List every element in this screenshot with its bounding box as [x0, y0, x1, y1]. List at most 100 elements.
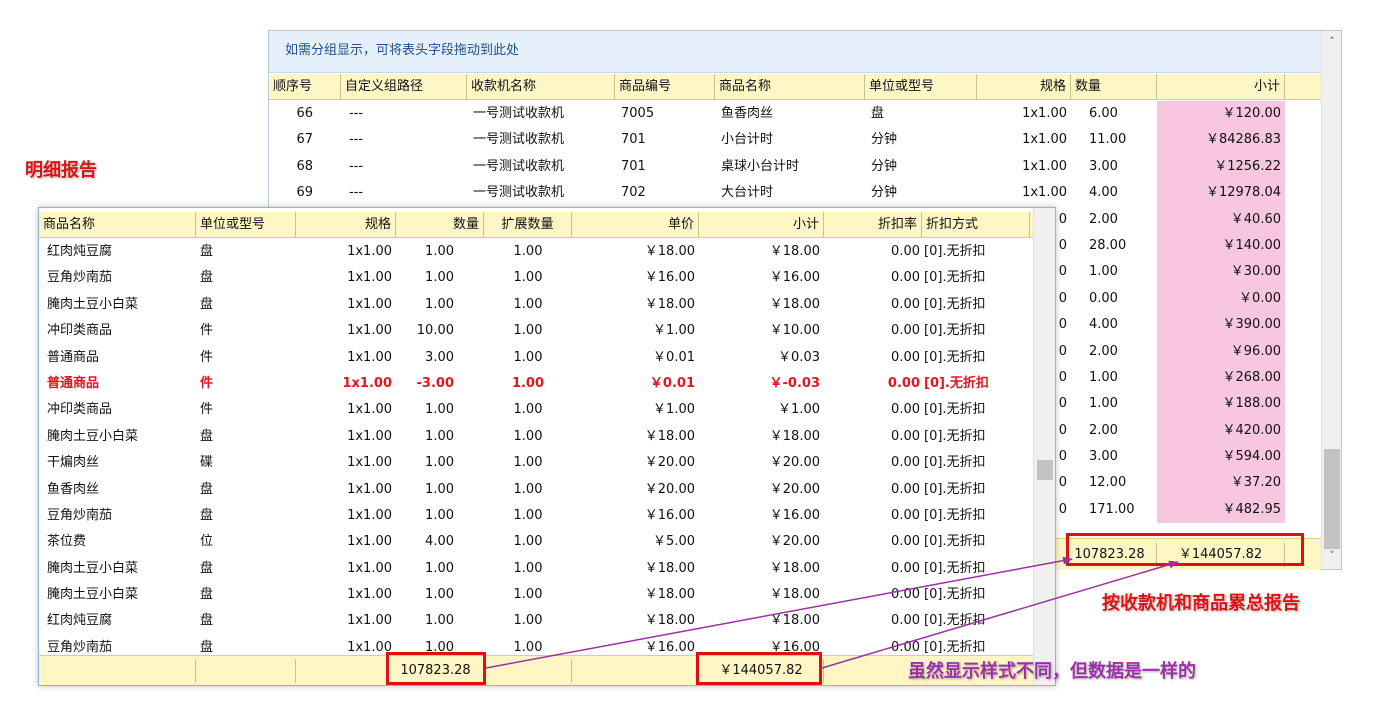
cell-path: --- — [349, 132, 364, 148]
col-header-path[interactable]: 自定义组路径 — [341, 74, 467, 100]
scrollbar-thumb[interactable] — [1324, 449, 1340, 549]
cell-unit: 分钟 — [871, 132, 898, 148]
cell-price: ￥18.00 — [644, 244, 695, 259]
table-row[interactable]: 茶位费 位 1x1.00 4.00 1.00 ￥5.00 ￥20.00 0.00 [0].无折扣 — [39, 529, 1033, 555]
chevron-down-icon[interactable]: ˅ — [1322, 547, 1342, 565]
table-row[interactable]: 66 --- 一号测试收款机 7005 鱼香肉丝 盘 1x1.00 6.00 ￥120.00 — [269, 101, 1321, 128]
cell-unit: 件 — [200, 323, 214, 339]
cell-method: [0].无折扣 — [924, 323, 986, 339]
cell-name: 腌肉土豆小白菜 — [47, 428, 139, 444]
cell-price: ￥5.00 — [653, 534, 695, 550]
cell-qty: 1.00 — [425, 244, 454, 259]
cell-subtotal: ￥18.00 — [769, 587, 820, 603]
col-header-spec[interactable]: 规格 — [296, 212, 396, 238]
cell-name: 茶位费 — [47, 534, 87, 550]
table-row-highlighted[interactable]: 普通商品 件 1x1.00 -3.00 1.00 ￥0.01 ￥-0.03 0.00 [0].无… — [39, 371, 1033, 397]
cell-rate: 0.00 — [891, 455, 920, 471]
cell-qty: 3.00 — [1089, 449, 1118, 465]
cell-rate: 0.00 — [891, 296, 920, 312]
table-row[interactable]: 腌肉土豆小白菜 盘 1x1.00 1.00 1.00 ￥18.00 ￥18.00 0.00 [0… — [39, 424, 1033, 450]
cell-unit: 碟 — [200, 455, 214, 471]
table-row[interactable]: 腌肉土豆小白菜 盘 1x1.00 1.00 1.00 ￥18.00 ￥18.00 0.00 [0… — [39, 582, 1033, 608]
table-row[interactable]: 腌肉土豆小白菜 盘 1x1.00 1.00 1.00 ￥18.00 ￥18.00 0.00 [0… — [39, 292, 1033, 318]
cell-rate: 0.00 — [891, 613, 920, 629]
chevron-up-icon[interactable]: ˄ — [1322, 33, 1342, 51]
cell-method: [0].无折扣 — [924, 402, 986, 418]
cell-subtotal: ￥20.00 — [769, 481, 820, 497]
table-row[interactable]: 69 --- 一号测试收款机 702 大台计时 分钟 1x1.00 4.00 ￥12978.04 — [269, 180, 1321, 207]
table-row[interactable]: 豆角炒南茄 盘 1x1.00 1.00 1.00 ￥16.00 ￥16.00 0.00 [0].… — [39, 265, 1033, 291]
col-header-disc-rate[interactable]: 折扣率 — [824, 212, 922, 238]
table-row[interactable]: 普通商品 件 1x1.00 3.00 1.00 ￥0.01 ￥0.03 0.00 [0].无折扣 — [39, 345, 1033, 371]
table-row[interactable]: 冲印类商品 件 1x1.00 10.00 1.00 ￥1.00 ￥10.00 0.00 [0].… — [39, 318, 1033, 344]
col-header-subtotal[interactable]: 小计 — [699, 212, 824, 238]
cell-pos: 一号测试收款机 — [473, 106, 565, 121]
cell-ext: 1.00 — [513, 507, 543, 523]
cell-spec: 1x1.00 — [342, 375, 392, 391]
col-header-name[interactable]: 商品名称 — [39, 212, 196, 238]
col-header-seq[interactable]: 顺序号 — [269, 74, 341, 100]
col-header-code[interactable]: 商品编号 — [615, 74, 715, 100]
table-row[interactable]: 红肉炖豆腐盘 1x1.00 1.00 1.00 ￥18.00 ￥18.00 0.00 [0].… — [39, 608, 1033, 634]
col-header-pos-name[interactable]: 收款机名称 — [467, 74, 615, 100]
col-header-subtotal[interactable]: 小计 — [1157, 74, 1285, 100]
summary-vertical-scrollbar[interactable]: ˄ ˅ — [1321, 31, 1341, 569]
table-row[interactable]: 干煸肉丝 碟 1x1.00 1.00 1.00 ￥20.00 ￥20.00 0.00 [0].无… — [39, 450, 1033, 476]
cell-subtotal: ￥1256.22 — [1157, 153, 1285, 181]
cell-spec: 1x1.00 — [1022, 158, 1067, 174]
cell-ext: 1.00 — [513, 270, 543, 286]
col-header-unit[interactable]: 单位或型号 — [196, 212, 296, 238]
cell-pos: 一号测试收款机 — [473, 132, 565, 148]
col-header-spec[interactable]: 规格 — [977, 74, 1071, 100]
cell-spec: 1x1.00 — [347, 507, 392, 523]
cell-unit: 件 — [200, 375, 214, 391]
cell-price: ￥18.00 — [644, 296, 695, 312]
cell-spec: 1x1.00 — [347, 349, 392, 365]
cell-rate: 0.00 — [891, 481, 920, 497]
col-header-disc-method[interactable]: 折扣方式 — [922, 212, 1030, 238]
cell-qty: 6.00 — [1089, 106, 1118, 121]
table-row[interactable]: 豆角炒南茄 盘 1x1.00 1.00 1.00 ￥16.00 ￥16.00 0.00 [0].… — [39, 503, 1033, 529]
detail-total-subtotal: ￥144057.82 — [699, 659, 824, 683]
cell-qty: 1.00 — [425, 507, 454, 523]
table-row[interactable]: 鱼香肉丝 盘 1x1.00 1.00 1.00 ￥20.00 ￥20.00 0.00 [0].无… — [39, 477, 1033, 503]
cell-method: [0].无折扣 — [924, 613, 986, 629]
cell-ext: 1.00 — [513, 349, 543, 365]
cell-qty: 2.00 — [1089, 211, 1118, 227]
table-row[interactable]: 冲印类商品 件 1x1.00 1.00 1.00 ￥1.00 ￥1.00 0.00 [0].无折… — [39, 397, 1033, 423]
col-header-name[interactable]: 商品名称 — [715, 74, 865, 100]
col-header-qty[interactable]: 数量 — [1071, 74, 1157, 100]
cell-spec: 1x1.00 — [347, 481, 392, 497]
col-header-price[interactable]: 单价 — [572, 212, 699, 238]
cell-name: 红肉炖豆腐 — [47, 613, 113, 629]
group-by-drop-area[interactable]: 如需分组显示，可将表头字段拖动到此处 — [269, 31, 1321, 73]
cell-spec: 1x1.00 — [1022, 132, 1067, 148]
col-header-ext-qty[interactable]: 扩展数量 — [484, 212, 572, 238]
cell-qty: 4.00 — [425, 534, 454, 550]
table-row[interactable]: 67 --- 一号测试收款机 701 小台计时 分钟 1x1.00 11.00 ￥84286.8… — [269, 127, 1321, 154]
cell-subtotal: ￥18.00 — [769, 428, 820, 444]
cell-method: [0].无折扣 — [924, 455, 986, 471]
table-row[interactable]: 红肉炖豆腐盘 1x1.00 1.00 1.00 ￥18.00 ￥18.00 0.00 [0].… — [39, 239, 1033, 265]
cell-subtotal: ￥1.00 — [778, 402, 820, 418]
cell-price: ￥0.01 — [653, 349, 695, 365]
cell-subtotal: ￥18.00 — [769, 560, 820, 576]
cell-qty: 1.00 — [1089, 396, 1118, 412]
cell-ext: 1.00 — [511, 375, 545, 391]
cell-spec: 1x1.00 — [347, 428, 392, 444]
cell-code: 701 — [621, 132, 646, 148]
cell-code: 702 — [621, 185, 646, 201]
col-header-unit[interactable]: 单位或型号 — [865, 74, 977, 100]
cell-qty: 1.00 — [425, 428, 454, 444]
table-row[interactable]: 腌肉土豆小白菜 盘 1x1.00 1.00 1.00 ￥18.00 ￥18.00 0.00 [0… — [39, 556, 1033, 582]
cell-subtotal: ￥140.00 — [1157, 232, 1285, 260]
cell-method: [0].无折扣 — [924, 296, 986, 312]
annotation-detail-report: 明细报告 — [25, 160, 97, 181]
col-header-qty[interactable]: 数量 — [396, 212, 484, 238]
cell-subtotal: ￥268.00 — [1157, 364, 1285, 392]
table-row[interactable]: 68 --- 一号测试收款机 701 桌球小台计时 分钟 1x1.00 3.00 ￥1256.2… — [269, 153, 1321, 181]
detail-vertical-scrollbar[interactable] — [1033, 208, 1055, 685]
scrollbar-thumb[interactable] — [1037, 460, 1053, 480]
cell-spec: 1x1.00 — [347, 402, 392, 418]
cell-qty: 1.00 — [425, 296, 454, 312]
